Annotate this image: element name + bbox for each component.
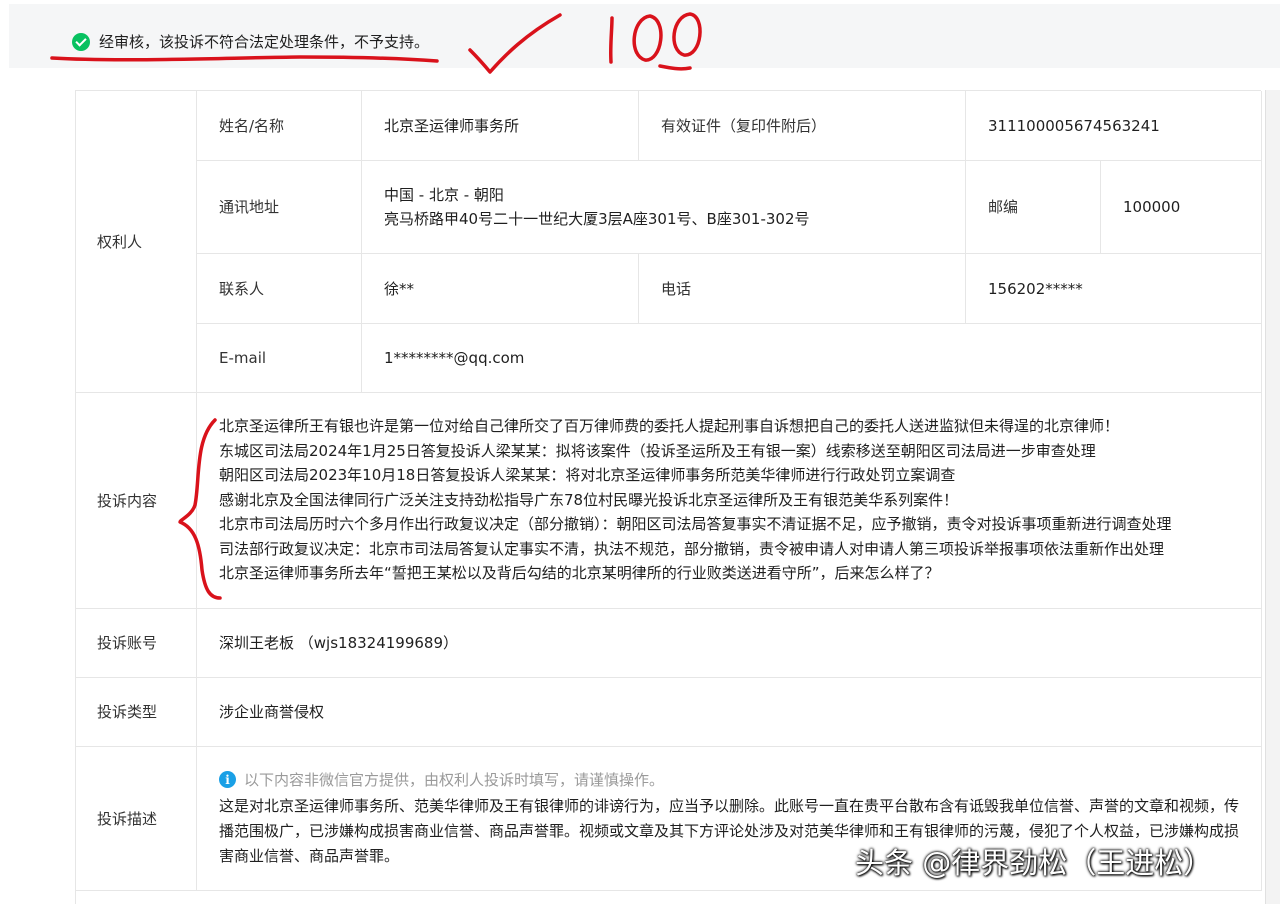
content-label: 投诉内容 xyxy=(76,393,197,609)
name-value-text: 北京圣运律师事务所 xyxy=(384,116,520,135)
name-value: 北京圣运律师事务所 xyxy=(362,91,639,161)
postcode-label: 邮编 xyxy=(966,161,1101,254)
postcode-value-text: 100000 xyxy=(1123,198,1181,216)
id-label: 有效证件（复印件附后） xyxy=(639,91,966,161)
desc-label: 投诉描述 xyxy=(76,747,197,891)
complaint-content-lines: 北京圣运律所王有银也许是第一位对给自己律所交了百万律师费的委托人提起刑事自诉想把… xyxy=(219,414,1259,586)
check-circle-icon xyxy=(72,33,90,51)
contact-label-text: 联系人 xyxy=(219,279,265,298)
contact-label: 联系人 xyxy=(197,254,362,324)
name-label-text: 姓名/名称 xyxy=(219,116,285,135)
address-label: 通讯地址 xyxy=(197,161,362,254)
phone-value: 156202***** xyxy=(966,254,1262,324)
email-value: 1********@qq.com xyxy=(362,324,1262,393)
info-icon: i xyxy=(219,771,236,788)
status-message: 经审核，该投诉不符合法定处理条件，不予支持。 xyxy=(99,33,430,51)
contact-value-text: 徐** xyxy=(384,279,415,298)
rights-holder-group-text: 权利人 xyxy=(97,232,143,251)
id-value-text: 311100005674563241 xyxy=(988,116,1160,135)
type-value: 涉企业商誉侵权 xyxy=(197,678,1262,747)
id-value: 311100005674563241 xyxy=(966,91,1262,161)
content-line: 北京市司法局历时六个多月作出行政复议决定（部分撤销）：朝阳区司法局答复事实不清证… xyxy=(219,515,1172,533)
status-banner: 经审核，该投诉不符合法定处理条件，不予支持。 xyxy=(9,4,1280,68)
postcode-label-text: 邮编 xyxy=(988,198,1019,216)
desc-label-text: 投诉描述 xyxy=(97,809,158,828)
watermark: 头条 @律界劲松（王进松） xyxy=(855,846,1213,880)
content-line: 司法部行政复议决定：北京市司法局答复认定事实不清，执法不规范，部分撤销，责令被申… xyxy=(219,539,1165,558)
address-label-text: 通讯地址 xyxy=(219,198,280,216)
name-label: 姓名/名称 xyxy=(197,91,362,161)
rights-holder-group-label: 权利人 xyxy=(76,91,197,393)
desc-disclaimer: i 以下内容非微信官方提供，由权利人投诉时填写，请谨慎操作。 xyxy=(219,769,664,790)
scrollbar[interactable] xyxy=(1265,90,1280,904)
content-line: 朝阳区司法局2023年10月18日答复投诉人梁某某：将对北京圣运律师事务所范美华… xyxy=(219,466,956,484)
address-line-1: 中国 - 北京 - 朝阳 xyxy=(384,186,504,204)
address-line-2: 亮马桥路甲40号二十一世纪大厦3层A座301号、B座301-302号 xyxy=(384,210,810,228)
desc-disclaimer-text: 以下内容非微信官方提供，由权利人投诉时填写，请谨慎操作。 xyxy=(244,771,665,789)
type-value-text: 涉企业商誉侵权 xyxy=(219,703,325,721)
account-label-text: 投诉账号 xyxy=(97,634,158,652)
type-label-text: 投诉类型 xyxy=(97,703,158,721)
content-label-text: 投诉内容 xyxy=(97,491,158,510)
content-line: 北京圣运律所王有银也许是第一位对给自己律所交了百万律师费的委托人提起刑事自诉想把… xyxy=(219,417,1120,435)
postcode-value: 100000 xyxy=(1101,161,1262,254)
phone-label-text: 电话 xyxy=(661,279,692,298)
phone-label: 电话 xyxy=(639,254,966,324)
account-value-text: 深圳王老板 （wjs18324199689） xyxy=(219,634,458,652)
contact-value: 徐** xyxy=(362,254,639,324)
email-value-text: 1********@qq.com xyxy=(384,349,525,367)
content-line: 东城区司法局2024年1月25日答复投诉人梁某某：拟将该案件（投诉圣运所及王有银… xyxy=(219,441,1096,460)
content-line: 北京圣运律师事务所去年“誓把王某松以及背后勾结的北京某明律所的行业败类送进看守所… xyxy=(219,564,940,582)
email-label: E-mail xyxy=(197,324,362,393)
content-line: 感谢北京及全国法律同行广泛关注支持劲松指导广东78位村民曝光投诉北京圣运律所及王… xyxy=(219,490,959,509)
type-label: 投诉类型 xyxy=(76,678,197,747)
id-label-text: 有效证件（复印件附后） xyxy=(661,116,827,135)
address-value: 中国 - 北京 - 朝阳 亮马桥路甲40号二十一世纪大厦3层A座301号、B座3… xyxy=(362,161,966,254)
phone-value-text: 156202***** xyxy=(988,279,1083,298)
account-label: 投诉账号 xyxy=(76,609,197,678)
email-label-text: E-mail xyxy=(219,349,267,367)
account-value: 深圳王老板 （wjs18324199689） xyxy=(197,609,1262,678)
